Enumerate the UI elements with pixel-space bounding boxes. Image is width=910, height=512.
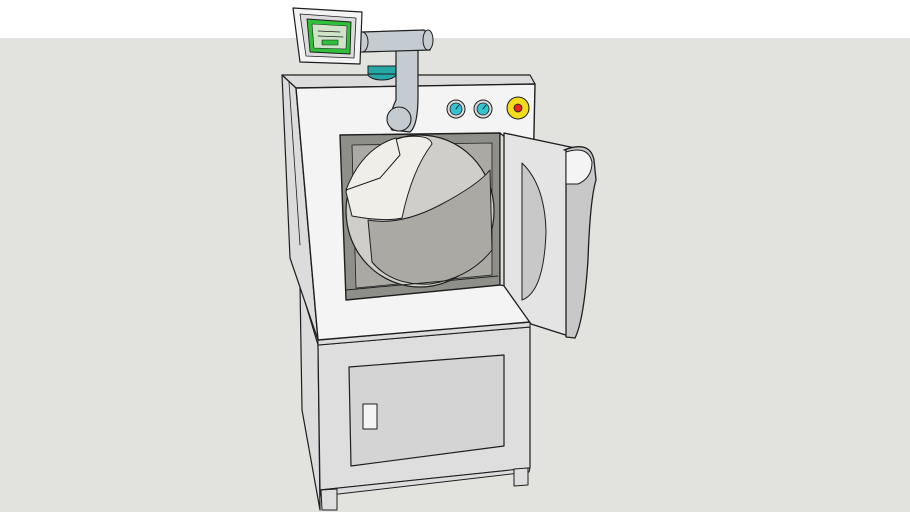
duct-elbow-end bbox=[386, 106, 412, 132]
sky bbox=[0, 0, 910, 38]
access-panel-latch[interactable] bbox=[362, 403, 378, 430]
leg-front-left bbox=[320, 488, 338, 511]
duct-collar-side bbox=[367, 65, 397, 75]
emergency-stop-button[interactable] bbox=[513, 103, 523, 113]
scene-canvas bbox=[0, 0, 910, 512]
screen-button[interactable] bbox=[321, 39, 339, 46]
chamber bbox=[339, 132, 501, 301]
leg-front-right bbox=[513, 467, 529, 487]
model-viewport[interactable] bbox=[0, 0, 910, 512]
duct-horizontal bbox=[361, 29, 432, 53]
control-screen[interactable] bbox=[292, 7, 363, 65]
duct-right-cap bbox=[422, 29, 434, 51]
